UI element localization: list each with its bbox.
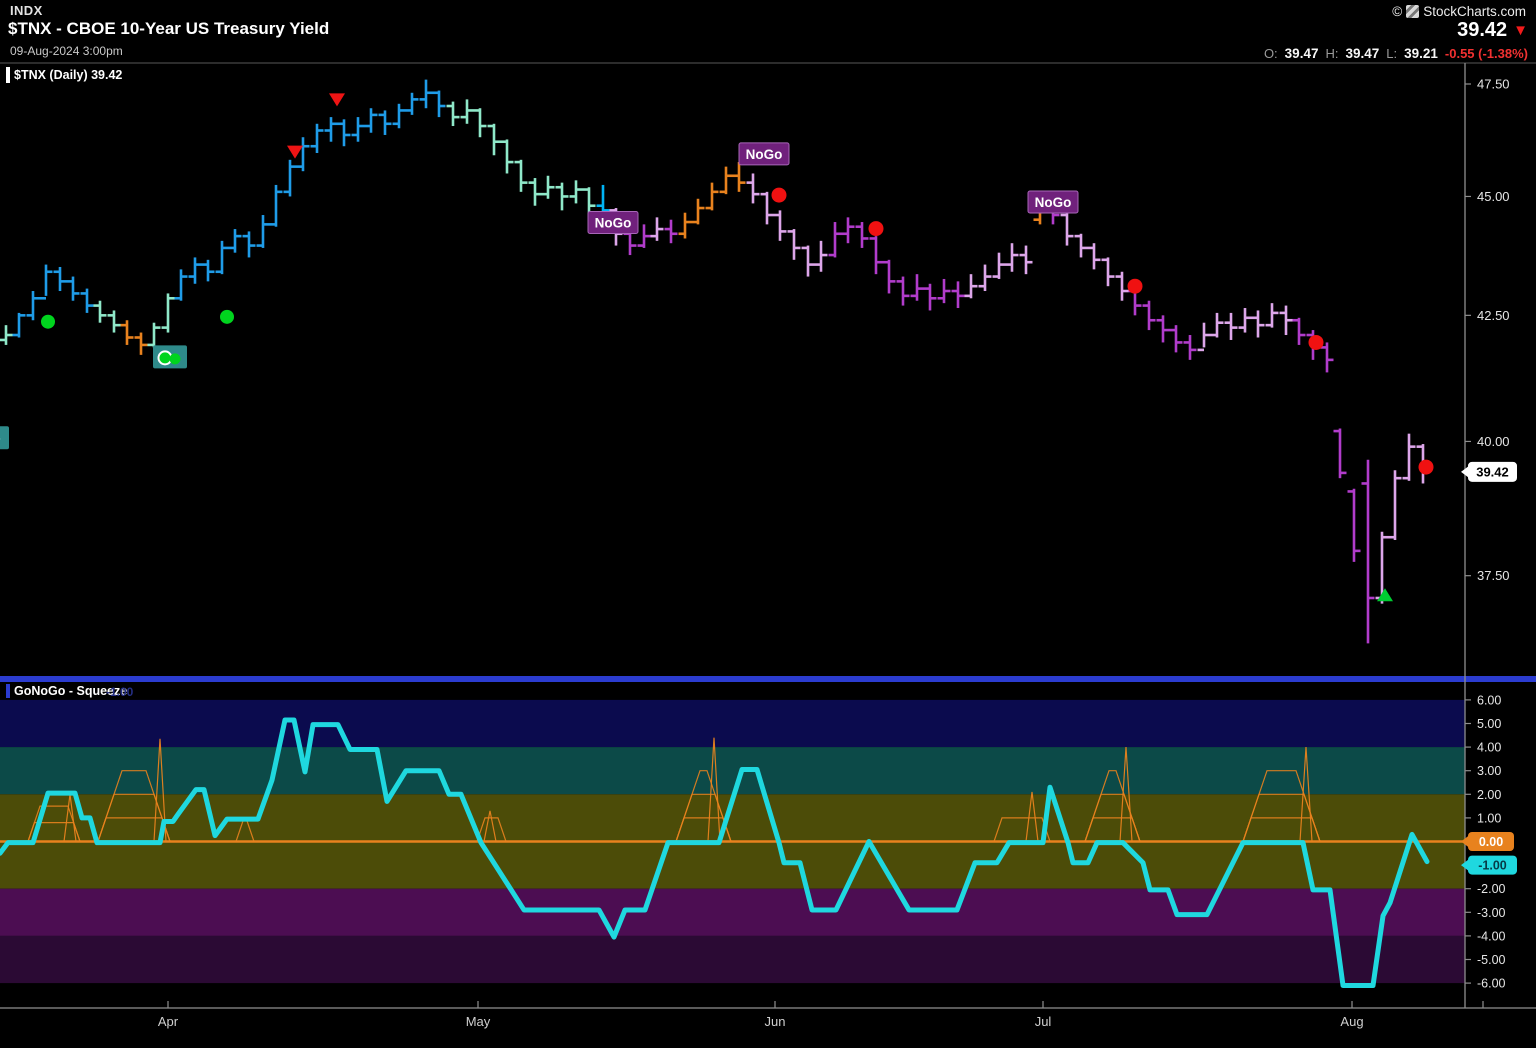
svg-text:Apr: Apr (158, 1014, 179, 1029)
stockcharts-logo-icon (1406, 5, 1419, 18)
page-title: $TNX - CBOE 10-Year US Treasury Yield (8, 19, 329, 39)
svg-text:Jun: Jun (765, 1014, 786, 1029)
svg-text:37.50: 37.50 (1477, 568, 1510, 583)
svg-text:-5.00: -5.00 (1477, 953, 1506, 967)
svg-text:Aug: Aug (1340, 1014, 1363, 1029)
svg-text:1.00: 1.00 (1477, 811, 1501, 825)
svg-text:3.00: 3.00 (1477, 764, 1501, 778)
change-value: -0.55 (-1.38%) (1445, 46, 1528, 61)
low-value: 39.21 (1404, 46, 1438, 61)
svg-text:-4.00: -4.00 (1477, 929, 1506, 943)
chart-window: NoGoNoGoNoGoGoGo47.5045.0042.5040.0037.5… (0, 0, 1536, 1048)
last-price-value: 39.42 (1457, 19, 1507, 42)
svg-text:40.00: 40.00 (1477, 434, 1510, 449)
svg-text:-2.00: -2.00 (1477, 882, 1506, 896)
svg-text:45.00: 45.00 (1477, 189, 1510, 204)
svg-text:5.00: 5.00 (1477, 717, 1501, 731)
open-label: O: (1264, 46, 1278, 61)
low-label: L: (1386, 46, 1397, 61)
svg-text:6.00: 6.00 (1477, 693, 1501, 707)
copyright-symbol: © (1392, 4, 1402, 19)
svg-text:May: May (466, 1014, 491, 1029)
svg-text:-6.00: -6.00 (1477, 977, 1506, 991)
price-legend: $TNX (Daily) 39.42 (14, 68, 122, 82)
high-label: H: (1325, 46, 1338, 61)
legend-marker (6, 67, 10, 83)
open-value: 39.47 (1285, 46, 1319, 61)
credit-name: StockCharts.com (1423, 4, 1526, 19)
svg-text:39.42: 39.42 (1476, 464, 1509, 479)
svg-text:42.50: 42.50 (1477, 308, 1510, 323)
ohlc-row: O: 39.47 H: 39.47 L: 39.21 -0.55 (-1.38%… (1264, 46, 1528, 61)
svg-text:0.00: 0.00 (1479, 835, 1503, 849)
svg-text:2.00: 2.00 (1477, 788, 1501, 802)
svg-text:NoGo: NoGo (746, 147, 783, 162)
legend-marker (6, 684, 10, 698)
svg-text:NoGo: NoGo (595, 216, 632, 231)
svg-text:-3.00: -3.00 (1477, 906, 1506, 920)
chart-canvas[interactable]: NoGoNoGoNoGoGoGo47.5045.0042.5040.0037.5… (0, 0, 1536, 1048)
high-value: 39.47 (1345, 46, 1379, 61)
last-price: 39.42 ▼ (1457, 19, 1528, 42)
svg-text:47.50: 47.50 (1477, 77, 1510, 92)
svg-text:NoGo: NoGo (1035, 195, 1072, 210)
svg-text:-1.00: -1.00 (1478, 859, 1507, 873)
svg-text:Jul: Jul (1035, 1014, 1052, 1029)
squeeze-legend-value: -1.00 (106, 685, 133, 699)
down-arrow-icon: ▼ (1513, 22, 1528, 39)
svg-text:4.00: 4.00 (1477, 741, 1501, 755)
timestamp: 09-Aug-2024 3:00pm (10, 44, 123, 58)
exchange-label: INDX (10, 3, 43, 18)
stockcharts-credit: © StockCharts.com (1392, 4, 1526, 19)
